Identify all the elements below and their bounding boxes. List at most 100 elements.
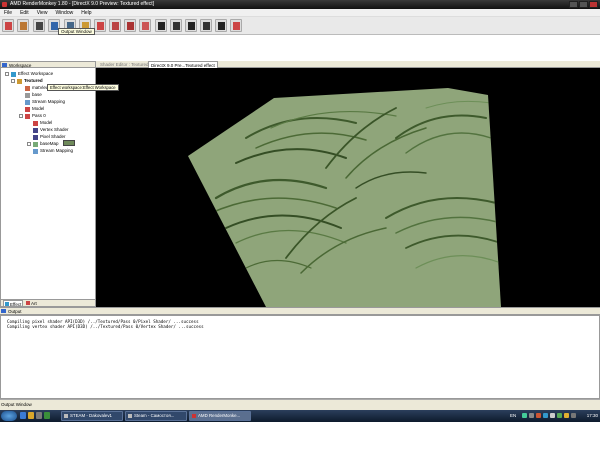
task-steam-chat[interactable]: STEAM - Dakovalev1: [61, 411, 123, 421]
tree-node[interactable]: Effect Workspace: [11, 71, 53, 77]
steam-icon: [128, 414, 132, 418]
tree-node[interactable]: baseMap: [33, 141, 59, 147]
start-button[interactable]: [1, 411, 17, 421]
clock[interactable]: 17:30: [587, 410, 598, 422]
tree-node-icon: [33, 120, 38, 126]
status-text: Output Window: [1, 402, 32, 407]
tree-node-icon: [33, 148, 38, 154]
toolbar-button-new[interactable]: [2, 19, 14, 32]
tray-app-icon[interactable]: [536, 413, 541, 418]
tab-art[interactable]: Art: [25, 300, 43, 307]
system-tray: EN 17:30: [508, 410, 600, 422]
language-indicator[interactable]: EN: [510, 410, 516, 422]
toolbar-button-add-2[interactable]: [109, 19, 121, 32]
toolbar-button-camera-4[interactable]: [200, 19, 212, 32]
texture-thumbnail: [63, 140, 75, 146]
tree-node[interactable]: Model: [33, 120, 52, 126]
workspace-tabs: Effect Art: [0, 299, 96, 307]
task-label: STEAM - Dakovalev1: [70, 413, 112, 418]
tree-node-icon: [25, 113, 30, 119]
art-tab-icon: [26, 301, 30, 305]
tray-app-icon[interactable]: [557, 413, 562, 418]
quick-launch-media-icon[interactable]: [36, 412, 42, 419]
network-icon[interactable]: [522, 413, 527, 418]
tree-node-label: Pixel Shader: [40, 134, 66, 139]
tree-expander[interactable]: [19, 114, 23, 118]
tray-app-icon[interactable]: [550, 413, 555, 418]
tree-expander[interactable]: [27, 142, 31, 146]
tree-node-label: Pass 0: [32, 113, 46, 118]
tray-app-icon[interactable]: [571, 413, 576, 418]
toolbar-button-add-4[interactable]: [139, 19, 151, 32]
toolbar-button-camera-5[interactable]: [215, 19, 227, 32]
quick-launch-folder-icon[interactable]: [28, 412, 34, 419]
preview-viewport[interactable]: [96, 68, 600, 307]
tab-shader-editor[interactable]: Shader Editor : Textured: [98, 61, 150, 68]
tree-node-label: Model: [32, 106, 45, 111]
menu-file[interactable]: File: [4, 9, 12, 16]
camera-3-icon: [188, 22, 195, 30]
toolbar-button-open[interactable]: [17, 19, 29, 32]
workspace-icon: [51, 22, 58, 30]
output-log[interactable]: Compiling pixel shader API(D3D) /../Text…: [0, 315, 600, 399]
toolbar-button-add-3[interactable]: [124, 19, 136, 32]
toolbar-button-camera-1[interactable]: [155, 19, 167, 32]
workspace-icon: [2, 63, 7, 67]
tray-app-icon[interactable]: [564, 413, 569, 418]
camera-2-icon: [173, 22, 180, 30]
textured-quad-render: [188, 88, 501, 307]
app-icon: [2, 2, 7, 7]
tree-node-label: Stream Mapping: [32, 99, 66, 104]
volume-icon[interactable]: [529, 413, 534, 418]
toolbar-button-add-1[interactable]: [94, 19, 106, 32]
toolbar-button-camera-6[interactable]: [230, 19, 242, 32]
tree-node[interactable]: Pixel Shader: [33, 134, 66, 140]
screen-bottom-margin: [0, 422, 600, 450]
add-3-icon: [127, 22, 134, 30]
toolbar-button-save[interactable]: [33, 19, 45, 32]
menu-edit[interactable]: Edit: [20, 9, 29, 16]
title-bar: AMD RenderMonkey 1.80 - [DirectX 9.0 Pre…: [0, 0, 600, 9]
tab-effect[interactable]: Effect: [3, 300, 23, 307]
tree-expander[interactable]: [5, 72, 9, 76]
tree-node[interactable]: Stream Mapping: [33, 148, 73, 154]
tree-node[interactable]: Textured: [17, 78, 43, 84]
maximize-button[interactable]: [579, 1, 588, 8]
output-header-label: Output: [8, 309, 22, 314]
tab-preview[interactable]: DirectX 9.0 Pre...Textured effect: [148, 61, 218, 68]
task-label: AMD RenderMonke...: [198, 413, 241, 418]
tray-app-icon[interactable]: [543, 413, 548, 418]
camera-5-icon: [218, 22, 225, 30]
camera-1-icon: [158, 22, 165, 30]
menu-window[interactable]: Window: [55, 9, 73, 16]
tree-node-icon: [25, 92, 30, 98]
task-rendermonkey[interactable]: AMD RenderMonke...: [189, 411, 251, 421]
tree-node-icon: [25, 85, 30, 91]
tree-node[interactable]: Vertex Shader: [33, 127, 69, 133]
minimize-button[interactable]: [569, 1, 578, 8]
document-tabs: Shader Editor : Textured DirectX 9.0 Pre…: [96, 61, 600, 68]
tree-node[interactable]: Pass 0: [25, 113, 46, 119]
window-controls: [569, 1, 598, 8]
tree-node[interactable]: Model: [25, 106, 44, 112]
quick-launch-ie-icon[interactable]: [20, 412, 26, 419]
tree-node-label: base: [32, 92, 42, 97]
tree-node-icon: [33, 134, 38, 140]
close-button[interactable]: [589, 1, 598, 8]
menu-view[interactable]: View: [37, 9, 48, 16]
task-steam-window[interactable]: Steam - Самостоя...: [125, 411, 187, 421]
tree-expander[interactable]: [11, 79, 15, 83]
save-icon: [36, 22, 43, 30]
output-line: Compiling vertex shader API(D3D) /../Tex…: [7, 324, 204, 329]
tree-node[interactable]: base: [25, 92, 42, 98]
toolbar-button-camera-3[interactable]: [185, 19, 197, 32]
tree-node[interactable]: Stream Mapping: [25, 99, 65, 105]
output-header: Output: [0, 307, 600, 315]
tree-node-label: Stream Mapping: [40, 148, 74, 153]
menu-help[interactable]: Help: [81, 9, 91, 16]
workspace-header: Workspace: [0, 61, 96, 68]
task-label: Steam - Самостоя...: [134, 413, 175, 418]
quick-launch-desktop-icon[interactable]: [44, 412, 50, 419]
toolbar-button-camera-2[interactable]: [170, 19, 182, 32]
tree-node-label: baseMap: [40, 141, 59, 146]
